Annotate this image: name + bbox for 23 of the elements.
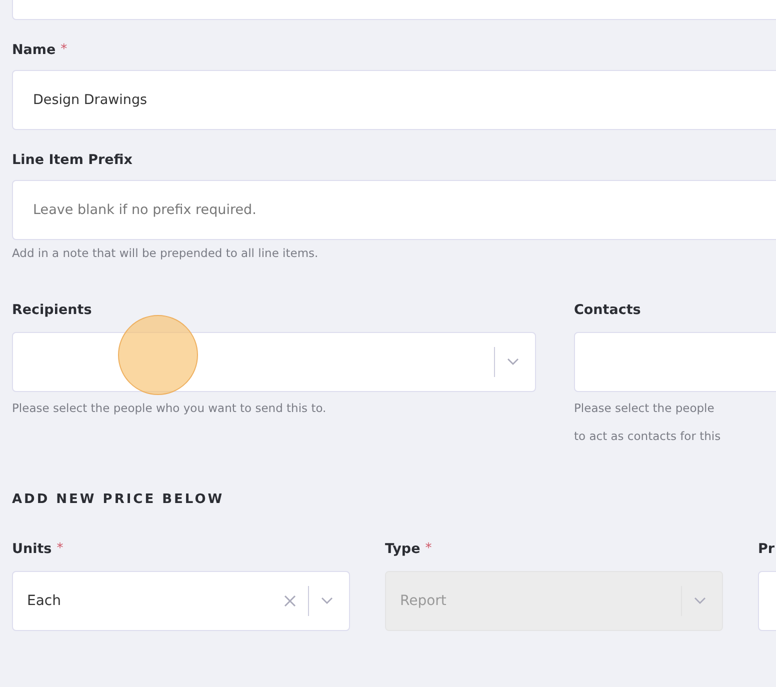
field-label: Name bbox=[12, 42, 56, 58]
help-text: Please select the people who you want to send this to. bbox=[12, 400, 328, 417]
required-mark: * bbox=[60, 42, 68, 57]
chevron-down-icon bbox=[507, 358, 519, 366]
text-field[interactable]: Leave blank if no prefix required. bbox=[12, 180, 776, 240]
field-label: Pr bbox=[758, 541, 775, 557]
field-label: Recipients bbox=[12, 302, 93, 320]
section-heading: ADD NEW PRICE BELOW bbox=[12, 492, 226, 507]
chevron-down-icon bbox=[694, 597, 706, 605]
help-text: Please select the people bbox=[574, 400, 716, 417]
select-field[interactable] bbox=[12, 332, 536, 392]
field-label: Contacts bbox=[574, 302, 642, 320]
chevron-down-icon bbox=[321, 597, 333, 605]
close-icon[interactable] bbox=[284, 595, 296, 607]
field-label: Line Item Prefix bbox=[12, 152, 133, 168]
field-label: Type bbox=[385, 541, 420, 557]
select-field[interactable]: Each bbox=[12, 571, 350, 631]
required-mark: * bbox=[425, 541, 432, 556]
field-label: Units bbox=[12, 541, 52, 557]
required-mark: * bbox=[56, 541, 64, 556]
help-text: to act as contacts for this bbox=[574, 428, 722, 445]
help-text: Add in a note that will be prepended to all line items. bbox=[12, 246, 320, 260]
text-field[interactable]: Design Drawings bbox=[12, 70, 776, 130]
